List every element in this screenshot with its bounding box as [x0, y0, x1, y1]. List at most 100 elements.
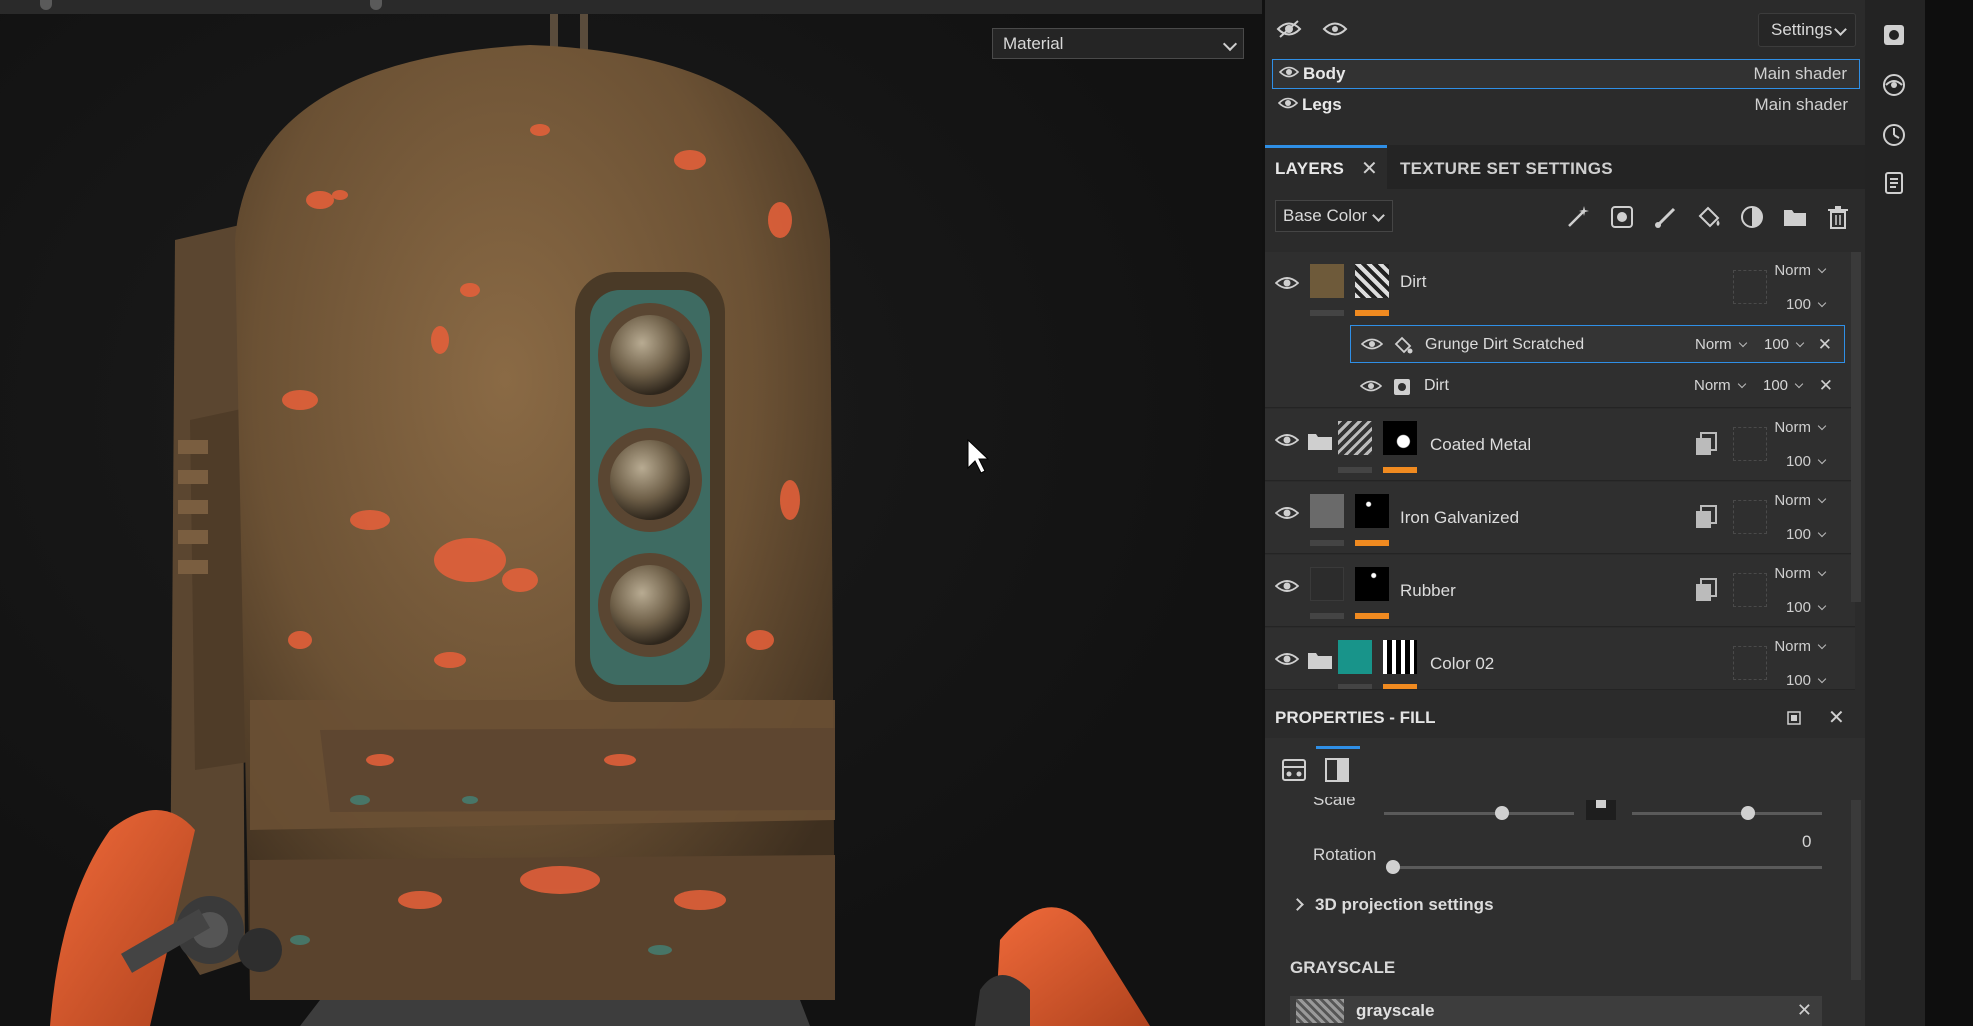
- chevron-right-icon: [1291, 898, 1304, 911]
- 3d-viewport[interactable]: Material: [0, 0, 1262, 1026]
- instance-icon[interactable]: [1695, 578, 1717, 602]
- settings-dropdown[interactable]: Settings: [1758, 13, 1856, 47]
- layer-effect-slot[interactable]: [1733, 573, 1767, 607]
- timeline-marker[interactable]: [370, 0, 382, 10]
- timeline-marker[interactable]: [40, 0, 52, 10]
- lock-ratio-button[interactable]: [1586, 800, 1616, 820]
- display-settings-icon[interactable]: [1881, 22, 1907, 48]
- opacity-select[interactable]: 100: [1786, 526, 1827, 543]
- material-settings-icon[interactable]: [1275, 748, 1315, 792]
- magic-wand-icon[interactable]: [1565, 204, 1591, 230]
- remove-effect-icon[interactable]: ✕: [1818, 326, 1832, 364]
- viewport-mode-select[interactable]: Material: [992, 28, 1244, 59]
- close-panel-icon[interactable]: ✕: [1828, 698, 1845, 738]
- opacity-select[interactable]: 100: [1786, 599, 1827, 616]
- add-mask-icon[interactable]: [1609, 204, 1635, 230]
- folder-icon[interactable]: [1307, 650, 1333, 670]
- chevron-down-icon: [1795, 338, 1805, 348]
- scale-slider-knob[interactable]: [1495, 806, 1509, 820]
- opacity-label: 100: [1785, 672, 1811, 689]
- eye-icon[interactable]: [1275, 577, 1299, 595]
- mask-thumbnail[interactable]: [1383, 421, 1417, 455]
- grayscale-tab-icon[interactable]: [1318, 748, 1358, 792]
- properties-scrollbar[interactable]: [1851, 800, 1861, 980]
- layer-name: Iron Galvanized: [1400, 508, 1520, 527]
- fill-bucket-icon[interactable]: [1696, 204, 1722, 230]
- blend-mode-select[interactable]: Norm: [1774, 419, 1827, 436]
- texture-set-row-body[interactable]: Body Main shader: [1272, 59, 1860, 89]
- instance-icon[interactable]: [1695, 505, 1717, 529]
- layer-effect-slot[interactable]: [1733, 646, 1767, 680]
- layer-effect-slot[interactable]: [1733, 270, 1767, 304]
- tab-layers[interactable]: LAYERS ✕: [1265, 145, 1387, 189]
- layer-row-iron-galvanized[interactable]: Iron Galvanized Norm 100: [1265, 482, 1855, 554]
- eye-icon[interactable]: [1275, 504, 1299, 522]
- close-tab-icon[interactable]: ✕: [1361, 148, 1378, 190]
- blend-mode-select[interactable]: Norm: [1774, 262, 1827, 279]
- mask-thumbnail[interactable]: [1383, 640, 1417, 674]
- eye-icon[interactable]: [1279, 64, 1299, 80]
- sublayer-row-dirt[interactable]: Dirt Norm 100 ✕: [1350, 367, 1845, 405]
- brush-icon[interactable]: [1653, 204, 1679, 230]
- instance-icon[interactable]: [1695, 432, 1717, 456]
- undock-icon[interactable]: [1787, 711, 1801, 725]
- layers-scrollbar[interactable]: [1851, 252, 1861, 602]
- layer-effect-slot[interactable]: [1733, 427, 1767, 461]
- mask-thumbnail[interactable]: [1355, 494, 1389, 528]
- opacity-select[interactable]: 100: [1763, 367, 1804, 405]
- projection-settings-toggle[interactable]: 3D projection settings: [1291, 895, 1693, 921]
- rotation-slider-knob[interactable]: [1386, 860, 1400, 874]
- opacity-select[interactable]: 100: [1785, 672, 1827, 689]
- layer-effect-slot[interactable]: [1733, 500, 1767, 534]
- tab-texture-set-settings[interactable]: TEXTURE SET SETTINGS: [1400, 145, 1613, 189]
- layer-name: Color 02: [1430, 654, 1495, 673]
- opacity-label: 100: [1764, 336, 1790, 353]
- layer-row-color-02[interactable]: Color 02 Norm 100: [1265, 628, 1855, 690]
- opacity-select[interactable]: 100: [1786, 453, 1827, 470]
- eye-icon[interactable]: [1275, 650, 1299, 668]
- blend-mode-select[interactable]: Norm: [1774, 565, 1827, 582]
- layer-row-coated-metal[interactable]: Coated Metal Norm 100: [1265, 409, 1855, 481]
- texture-set-shader: Main shader: [1753, 64, 1847, 83]
- log-icon[interactable]: [1881, 170, 1907, 196]
- visibility-icon[interactable]: [1322, 18, 1348, 40]
- environment-icon[interactable]: [1881, 72, 1907, 98]
- smart-material-icon[interactable]: [1739, 204, 1765, 230]
- blend-mode-select[interactable]: Norm: [1695, 326, 1747, 364]
- eye-icon[interactable]: [1360, 378, 1382, 394]
- folder-icon[interactable]: [1307, 431, 1333, 451]
- scale-slider-knob-2[interactable]: [1741, 806, 1755, 820]
- scale-slider-track[interactable]: [1384, 812, 1574, 815]
- layer-row-rubber[interactable]: Rubber Norm 100: [1265, 555, 1855, 627]
- texture-set-row-legs[interactable]: Legs Main shader: [1272, 91, 1860, 119]
- right-icon-sidebar: [1865, 0, 1925, 1026]
- channel-bar: [1338, 684, 1372, 689]
- blend-mode-select[interactable]: Norm: [1774, 638, 1827, 655]
- remove-effect-icon[interactable]: ✕: [1819, 367, 1833, 405]
- channel-select[interactable]: Base Color: [1275, 200, 1393, 232]
- scale-slider-track-2[interactable]: [1632, 812, 1822, 815]
- history-icon[interactable]: [1881, 122, 1907, 148]
- trash-icon[interactable]: [1825, 204, 1851, 230]
- mask-bar: [1355, 613, 1389, 619]
- mask-thumbnail[interactable]: [1355, 567, 1389, 601]
- blend-mode-select[interactable]: Norm: [1774, 492, 1827, 509]
- mouse-cursor: [967, 438, 990, 474]
- sublayer-row-grunge[interactable]: Grunge Dirt Scratched Norm 100 ✕: [1350, 325, 1845, 363]
- layer-name: Coated Metal: [1430, 435, 1532, 454]
- eye-icon[interactable]: [1275, 274, 1299, 292]
- eye-icon[interactable]: [1278, 95, 1298, 111]
- blend-mode-select[interactable]: Norm: [1694, 367, 1746, 405]
- eye-icon[interactable]: [1275, 431, 1299, 449]
- mask-thumbnail[interactable]: [1355, 264, 1389, 298]
- eye-icon[interactable]: [1361, 336, 1383, 352]
- rotation-slider-track[interactable]: [1392, 866, 1822, 869]
- folder-icon[interactable]: [1782, 204, 1808, 230]
- opacity-select[interactable]: 100: [1764, 326, 1805, 364]
- grayscale-resource-slot[interactable]: grayscale ✕: [1290, 996, 1822, 1026]
- remove-resource-icon[interactable]: ✕: [1797, 1000, 1812, 1021]
- texture-set-shader: Main shader: [1754, 95, 1848, 114]
- opacity-select[interactable]: 100: [1786, 296, 1827, 313]
- eye-toggle-icon[interactable]: [1276, 18, 1302, 40]
- rotation-value[interactable]: 0: [1802, 832, 1811, 852]
